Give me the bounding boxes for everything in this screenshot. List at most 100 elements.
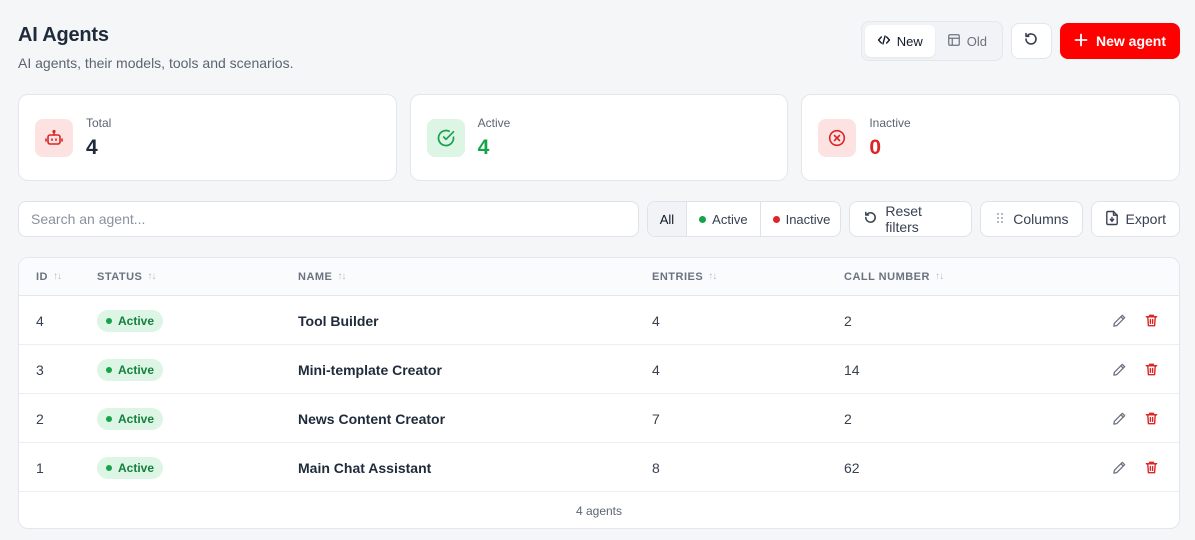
cell-entries: 7: [652, 410, 660, 427]
cell-calls: 14: [844, 361, 860, 378]
column-label: NAME: [298, 270, 333, 283]
delete-trash-icon[interactable]: [1143, 460, 1159, 476]
view-new-button[interactable]: New: [864, 25, 935, 57]
plus-icon: [1074, 33, 1088, 50]
table-row[interactable]: 1 Active Main Chat Assistant 8 62: [19, 443, 1179, 492]
sort-icon: ↑↓: [53, 271, 62, 282]
cell-id: 1: [36, 459, 44, 476]
stat-label: Active: [477, 115, 511, 130]
status-badge: Active: [97, 407, 164, 430]
cell-id: 3: [36, 361, 44, 378]
cell-calls: 2: [844, 312, 852, 329]
column-label: ENTRIES: [652, 270, 704, 283]
stat-label: Total: [86, 115, 112, 130]
robot-icon: [35, 118, 73, 157]
search-input[interactable]: [18, 201, 639, 237]
delete-trash-icon[interactable]: [1143, 411, 1159, 427]
cell-name: Mini-template Creator: [298, 361, 442, 378]
refresh-button[interactable]: [1010, 23, 1052, 59]
inactive-dot-icon: [772, 215, 780, 223]
status-badge: Active: [97, 358, 164, 381]
filter-all[interactable]: All: [647, 202, 688, 236]
stat-value: 4: [86, 135, 98, 159]
filter-toolbar: All Active Inactive Reset filters Column…: [18, 201, 1180, 237]
stat-card-inactive: Inactive 0: [801, 94, 1181, 181]
table-row[interactable]: 4 Active Tool Builder 4 2: [19, 296, 1179, 345]
row-actions: [1111, 394, 1159, 443]
cell-entries: 4: [652, 361, 660, 378]
status-label: Active: [118, 460, 155, 475]
active-dot-icon: [699, 215, 707, 223]
column-label: ID: [36, 270, 48, 283]
cell-id: 4: [36, 312, 44, 329]
status-badge: Active: [97, 456, 164, 479]
table-footer-count: 4 agents: [575, 504, 623, 518]
status-badge: Active: [97, 309, 164, 332]
view-old-button[interactable]: Old: [935, 25, 999, 57]
status-dot-icon: [106, 464, 112, 471]
view-toggle: New Old: [860, 21, 1003, 61]
filter-all-label: All: [659, 211, 675, 227]
row-actions: [1111, 296, 1159, 345]
file-export-icon: [1105, 210, 1119, 229]
cell-name: Tool Builder: [298, 312, 379, 329]
column-label: STATUS: [97, 270, 143, 283]
view-old-label: Old: [966, 33, 987, 49]
delete-trash-icon[interactable]: [1143, 362, 1159, 378]
column-label: CALL NUMBER: [844, 270, 930, 283]
cell-id: 2: [36, 410, 44, 427]
status-label: Active: [118, 411, 155, 426]
column-header-name[interactable]: NAME ↑↓: [298, 270, 346, 283]
top-actions: New Old New agent: [860, 21, 1180, 61]
sort-icon: ↑↓: [337, 271, 346, 282]
status-dot-icon: [106, 317, 112, 324]
row-actions: [1111, 443, 1159, 492]
column-header-entries[interactable]: ENTRIES ↑↓: [652, 270, 717, 283]
page-subtitle: AI agents, their models, tools and scena…: [18, 55, 294, 71]
cell-calls: 62: [844, 459, 860, 476]
table-row[interactable]: 2 Active News Content Creator 7 2: [19, 394, 1179, 443]
reset-icon: [863, 210, 878, 228]
grip-icon: [994, 211, 1006, 228]
filter-inactive-label: Inactive: [785, 211, 831, 227]
stat-value: 0: [869, 135, 882, 159]
status-dot-icon: [106, 366, 112, 373]
cell-entries: 4: [652, 312, 660, 329]
new-agent-label: New agent: [1095, 33, 1166, 49]
cell-status: Active: [97, 296, 164, 345]
sort-icon: ↑↓: [147, 271, 156, 282]
new-agent-button[interactable]: New agent: [1059, 23, 1180, 59]
edit-pencil-icon[interactable]: [1111, 460, 1127, 476]
column-header-call-number[interactable]: CALL NUMBER ↑↓: [844, 270, 944, 283]
agents-table: ID ↑↓ STATUS ↑↓ NAME ↑↓ ENTRIES ↑↓ CALL NUMB…: [18, 257, 1180, 529]
column-header-status[interactable]: STATUS ↑↓: [97, 270, 156, 283]
filter-active[interactable]: Active: [687, 202, 761, 236]
columns-label: Columns: [1013, 211, 1069, 227]
check-circle-icon: [426, 118, 465, 157]
stat-value: 4: [477, 135, 490, 159]
stats-row: Total 4 Active 4 Inactive 0: [18, 94, 1181, 181]
status-filter: All Active Inactive: [646, 201, 842, 237]
sort-icon: ↑↓: [708, 271, 717, 282]
columns-button[interactable]: Columns: [980, 201, 1083, 237]
cell-calls: 2: [844, 410, 852, 427]
x-circle-icon: [818, 118, 857, 157]
sort-icon: ↑↓: [934, 271, 944, 282]
cell-status: Active: [97, 443, 164, 492]
table-header: ID ↑↓ STATUS ↑↓ NAME ↑↓ ENTRIES ↑↓ CALL NUMB…: [19, 258, 1179, 296]
edit-pencil-icon[interactable]: [1111, 411, 1127, 427]
reset-filters-button[interactable]: Reset filters: [849, 201, 973, 237]
edit-pencil-icon[interactable]: [1111, 313, 1127, 329]
layout-icon: [947, 33, 961, 50]
view-new-label: New: [896, 33, 923, 49]
export-button[interactable]: Export: [1090, 201, 1180, 237]
page-title: AI Agents: [18, 24, 109, 46]
table-row[interactable]: 3 Active Mini-template Creator 4 14: [19, 345, 1179, 394]
status-label: Active: [118, 362, 155, 377]
stat-card-active: Active 4: [409, 94, 789, 181]
cell-entries: 8: [652, 459, 660, 476]
edit-pencil-icon[interactable]: [1111, 362, 1127, 378]
delete-trash-icon[interactable]: [1143, 313, 1159, 329]
column-header-id[interactable]: ID ↑↓: [36, 270, 62, 283]
filter-inactive[interactable]: Inactive: [761, 202, 841, 236]
